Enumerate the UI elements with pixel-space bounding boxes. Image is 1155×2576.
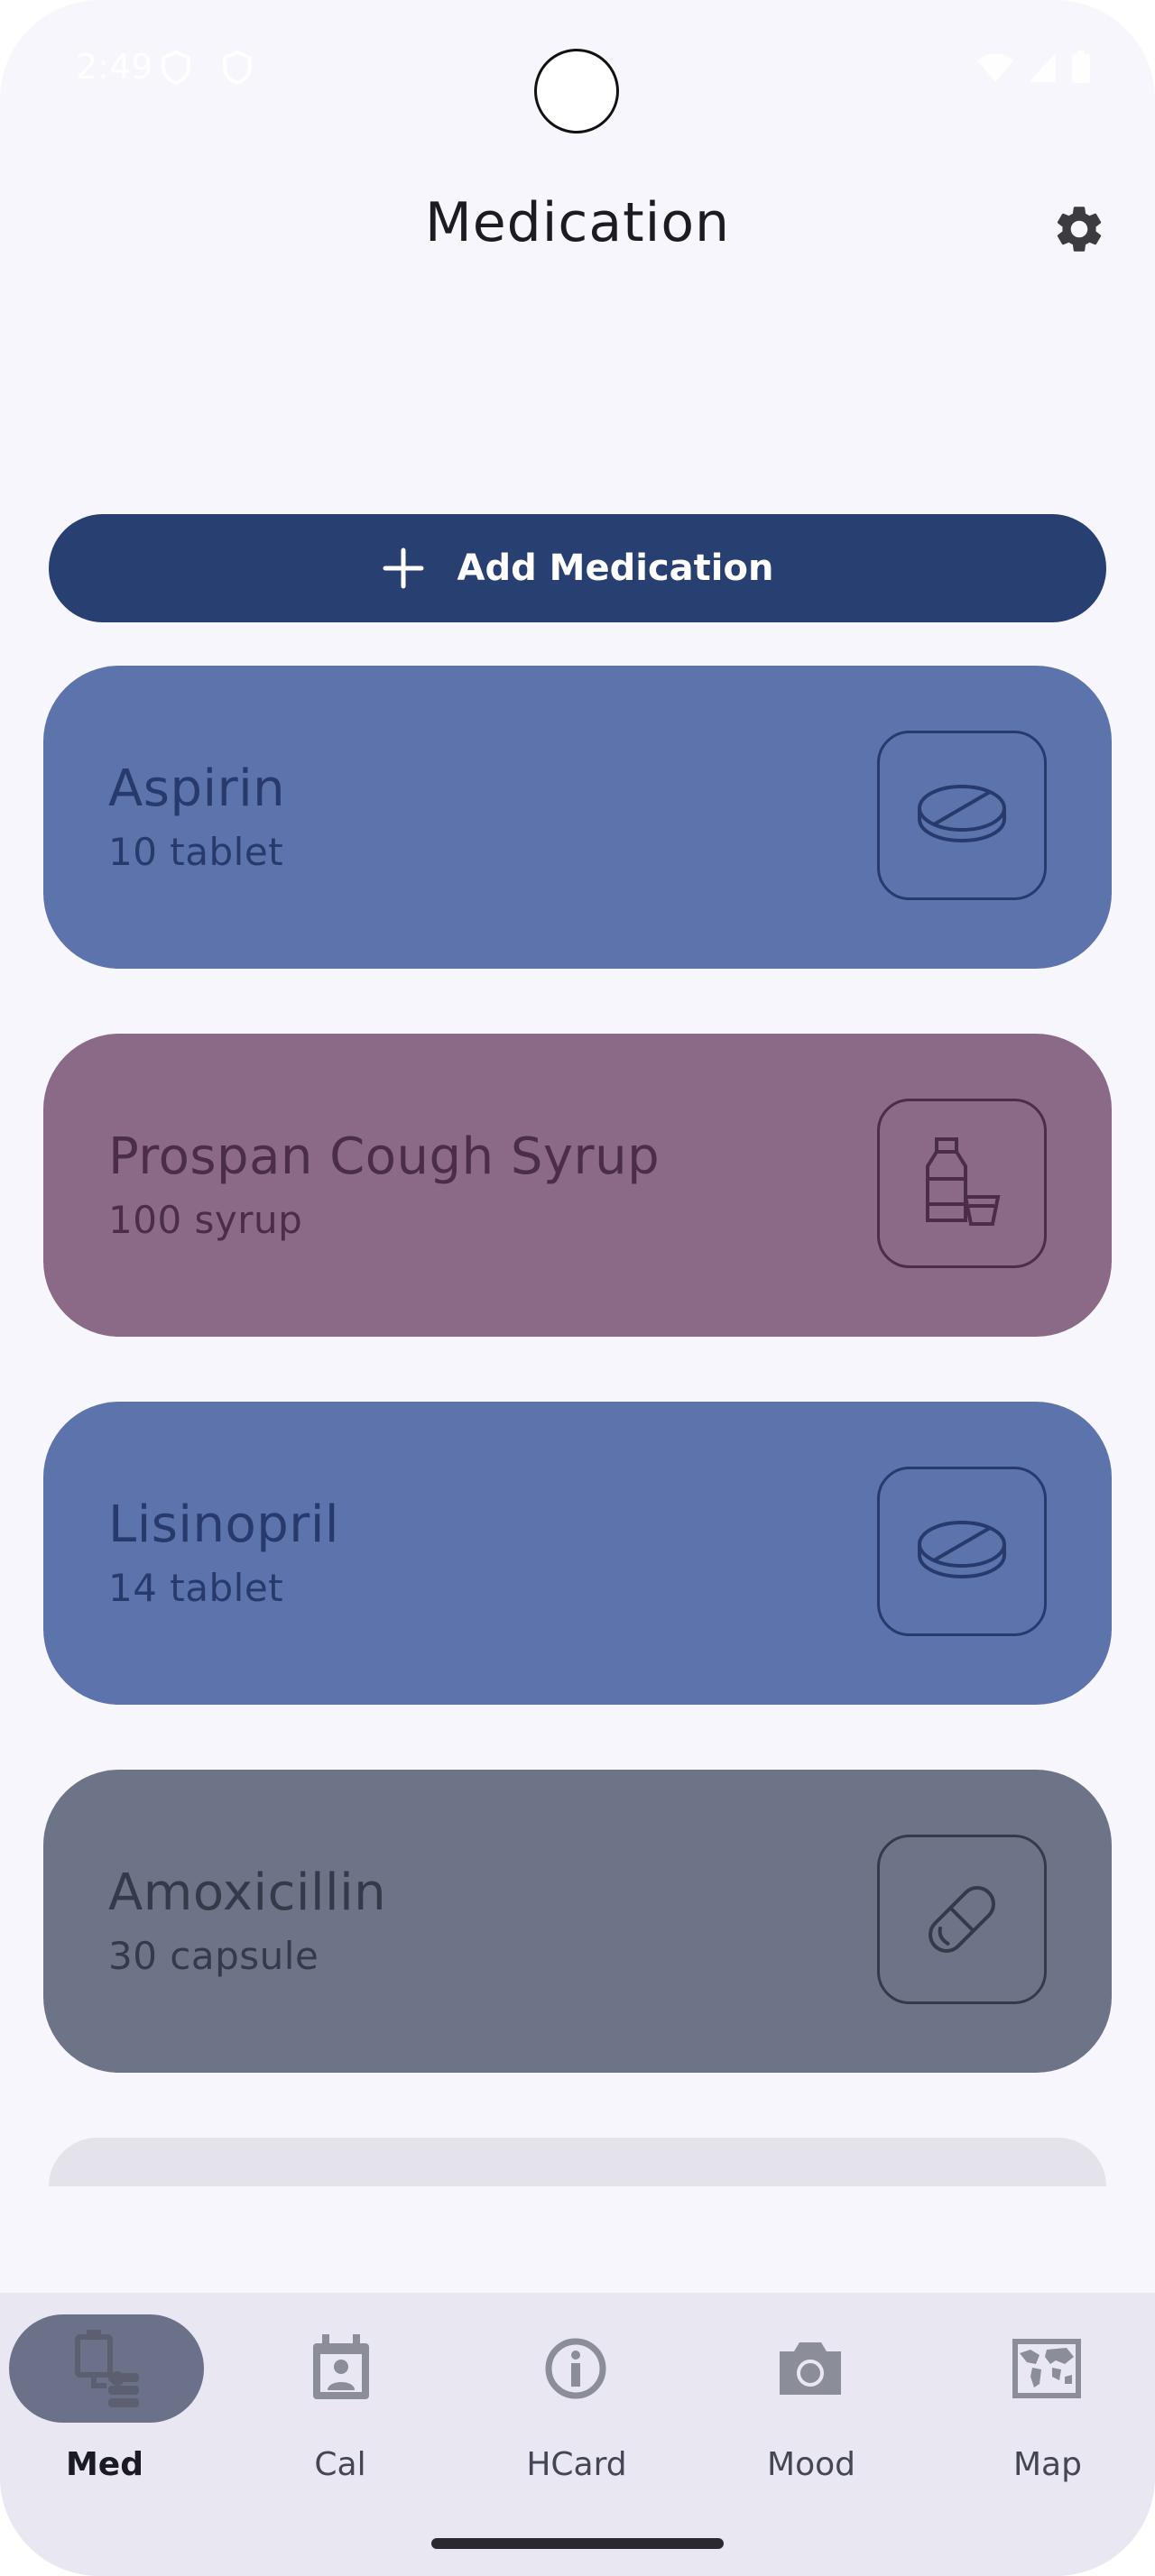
calendar-contact-icon	[298, 2325, 384, 2412]
info-icon	[532, 2325, 619, 2412]
gear-icon	[1057, 207, 1102, 252]
nav-item-cal[interactable]: Cal	[236, 2314, 444, 2495]
wifi-icon	[977, 53, 1013, 82]
medication-icon-box	[877, 1099, 1047, 1268]
medication-dose: 14 tablet	[108, 1566, 284, 1610]
medication-name: Prospan Cough Syrup	[108, 1127, 661, 1186]
settings-button[interactable]	[1047, 197, 1112, 262]
pill-tablet-icon	[918, 785, 1006, 843]
medication-card-prospan-cough-syrup[interactable]: Prospan Cough Syrup 100 syrup	[43, 1034, 1112, 1337]
shield-icon	[162, 51, 190, 85]
battery-icon	[1072, 51, 1090, 83]
nav-label: Mood	[767, 2446, 855, 2483]
home-indicator	[431, 2538, 724, 2549]
camera-cutout	[534, 49, 619, 133]
nav-item-med[interactable]: Med	[9, 2314, 217, 2495]
medication-card-lisinopril[interactable]: Lisinopril 14 tablet	[43, 1402, 1112, 1705]
capsule-icon	[929, 1886, 995, 1953]
medication-dose: 10 tablet	[108, 830, 284, 874]
nav-item-map[interactable]: Map	[944, 2314, 1151, 2495]
syrup-bottle-icon	[926, 1137, 1001, 1226]
nav-item-mood[interactable]: Mood	[707, 2314, 915, 2495]
bottom-navigation: Med Cal HCard Mood Map	[0, 2293, 1155, 2576]
add-medication-button[interactable]: Add Medication	[49, 514, 1106, 622]
camera-icon	[767, 2325, 854, 2412]
plus-icon	[383, 547, 424, 589]
medication-name: Amoxicillin	[108, 1863, 387, 1922]
medication-card-partial	[49, 2138, 1106, 2186]
medication-icon-box	[877, 731, 1047, 900]
medication-dose: 30 capsule	[108, 1934, 319, 1978]
status-icons	[976, 51, 1092, 85]
pill-tablet-icon	[918, 1521, 1006, 1579]
medication-name: Aspirin	[108, 759, 286, 818]
medication-icon	[63, 2325, 150, 2412]
nav-label: Cal	[314, 2446, 366, 2483]
signal-icon	[1029, 53, 1056, 82]
add-medication-label: Add Medication	[457, 547, 774, 589]
status-time: 2:49	[76, 47, 153, 87]
phone-screen: 2:49 Medication Add Medication Aspirin 1…	[0, 0, 1155, 2576]
shield-icon	[223, 51, 252, 85]
medication-card-aspirin[interactable]: Aspirin 10 tablet	[43, 666, 1112, 969]
medication-name: Lisinopril	[108, 1495, 339, 1554]
nav-label: HCard	[526, 2446, 627, 2483]
status-bar: 2:49	[0, 0, 1155, 135]
medication-card-amoxicillin[interactable]: Amoxicillin 30 capsule	[43, 1770, 1112, 2073]
page-title: Medication	[424, 191, 731, 254]
medication-icon-box	[877, 1467, 1047, 1636]
nav-label: Map	[1013, 2446, 1082, 2483]
world-map-icon	[1003, 2325, 1090, 2412]
nav-label: Med	[65, 2446, 143, 2483]
nav-item-hcard[interactable]: HCard	[473, 2314, 680, 2495]
medication-dose: 100 syrup	[108, 1198, 303, 1242]
medication-icon-box	[877, 1835, 1047, 2004]
